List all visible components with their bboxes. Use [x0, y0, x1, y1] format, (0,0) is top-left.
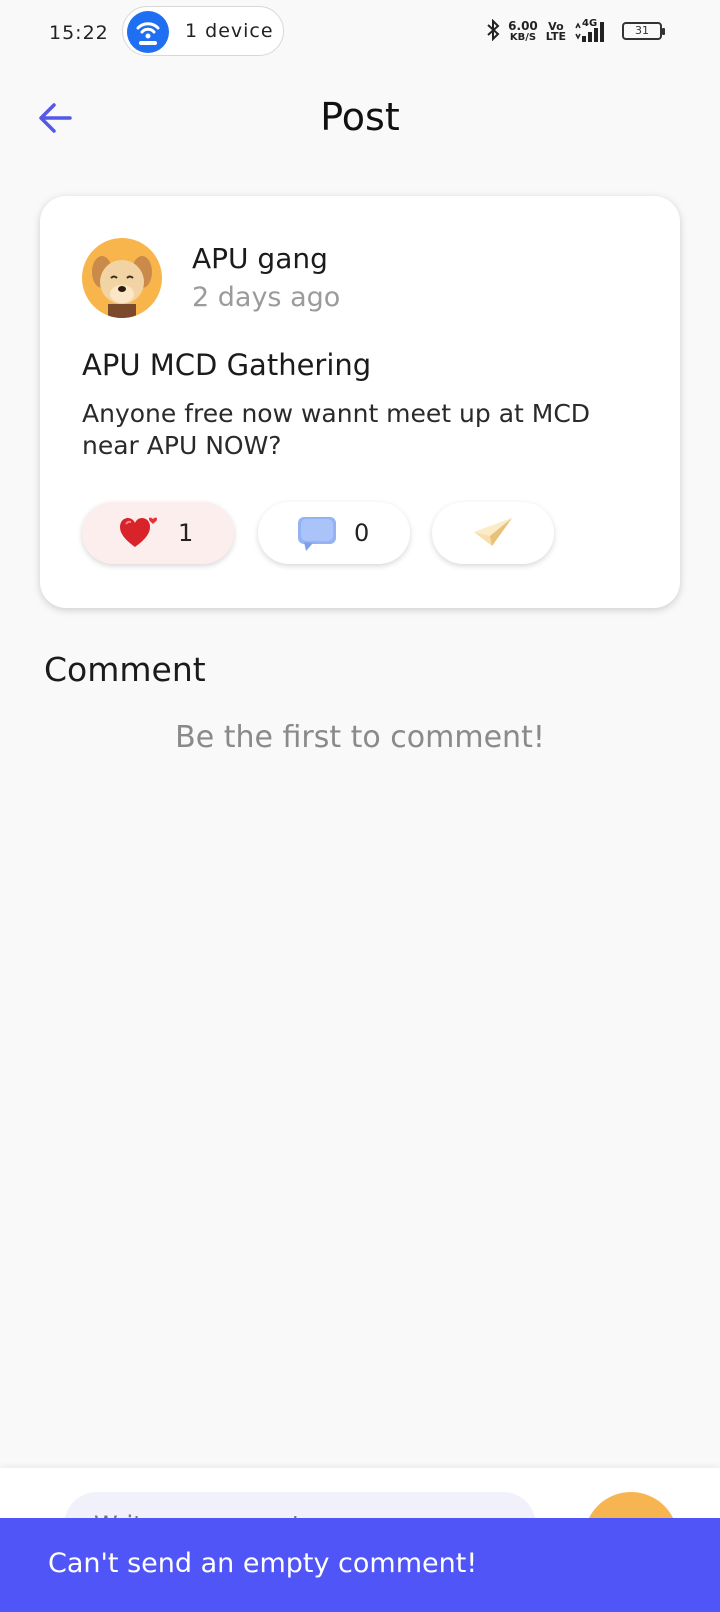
post-body: Anyone free now wannt meet up at MCD nea… [82, 399, 591, 460]
post-title: APU MCD Gathering [82, 348, 372, 382]
paper-plane-icon [472, 514, 512, 550]
post-timestamp: 2 days ago [192, 282, 341, 313]
signal-icon: 4G [574, 18, 608, 44]
like-count: 1 [178, 519, 194, 547]
post-author[interactable]: APU gang [192, 242, 328, 275]
hotspot-chip[interactable]: 1 device [122, 6, 284, 56]
comment-section-heading: Comment [44, 650, 206, 689]
post-card: APU gang 2 days ago APU MCD Gathering An… [40, 196, 680, 608]
comment-button[interactable]: 0 [258, 502, 410, 564]
battery-icon: 31 [622, 22, 665, 40]
hotspot-icon [127, 11, 169, 53]
volte-indicator: Vo LTE [545, 20, 566, 43]
status-bar: 15:22 1 device 6.00 KB/S Vo LTE 4G 31 [0, 0, 720, 64]
avatar[interactable] [82, 238, 162, 318]
chat-bubble-icon [296, 515, 336, 551]
empty-comments-message: Be the first to comment! [175, 720, 545, 755]
comment-count: 0 [354, 519, 370, 547]
snackbar: Can't send an empty comment! [0, 1518, 720, 1612]
network-speed: 6.00 KB/S [508, 19, 538, 43]
like-button[interactable]: 1 [82, 502, 234, 564]
snackbar-message: Can't send an empty comment! [48, 1548, 478, 1579]
page-title: Post [320, 95, 400, 139]
hotspot-label: 1 device [185, 20, 274, 42]
share-button[interactable] [432, 502, 554, 564]
status-time: 15:22 [49, 22, 109, 44]
heart-icon [120, 515, 160, 551]
dog-avatar-icon [92, 256, 152, 318]
bluetooth-icon [486, 18, 500, 45]
